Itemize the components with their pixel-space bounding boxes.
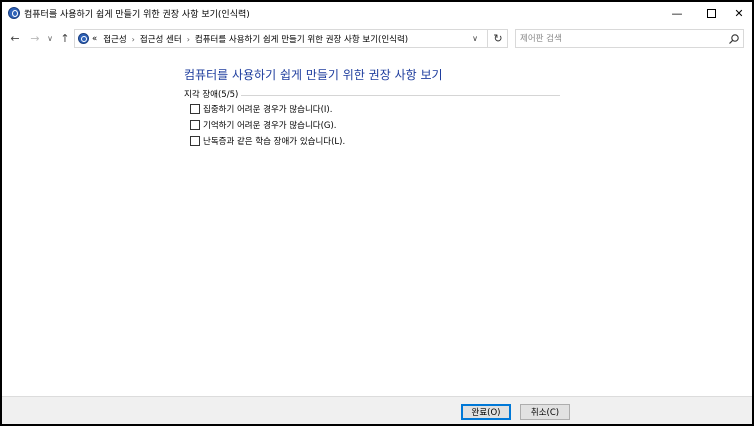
breadcrumb-overflow[interactable]: « (92, 34, 97, 44)
option-learning-disability[interactable]: 난독증과 같은 학습 장애가 있습니다(L). (190, 135, 345, 147)
window-title: 컴퓨터를 사용하기 쉽게 만들기 위한 권장 사항 보기(인식력) (24, 10, 250, 20)
chevron-down-icon: ∨ (472, 34, 478, 43)
chevron-right-icon[interactable]: › (187, 35, 190, 44)
option-label: 집중하기 어려운 경우가 많습니다(I). (203, 105, 333, 115)
refresh-icon: ↻ (493, 32, 503, 45)
maximize-icon (706, 8, 716, 18)
window: 컴퓨터를 사용하기 쉽게 만들기 위한 권장 사항 보기(인식력) — ✕ ← … (2, 2, 752, 424)
option-memory[interactable]: 기억하기 어려운 경우가 많습니다(G). (190, 119, 337, 131)
address-dropdown-button[interactable]: ∨ (469, 32, 481, 45)
group-header: 지각 장애(5/5) (184, 88, 560, 100)
recent-locations-button[interactable]: ∨ (45, 31, 55, 45)
cancel-button[interactable]: 취소(C) (520, 404, 570, 420)
refresh-button[interactable]: ↻ (487, 30, 508, 47)
group-label: 지각 장애(5/5) (184, 88, 242, 100)
ok-button[interactable]: 완료(O) (461, 404, 511, 420)
chevron-right-icon[interactable]: › (132, 35, 135, 44)
search-box[interactable] (515, 29, 744, 48)
close-button[interactable]: ✕ (726, 2, 752, 24)
forward-button[interactable]: → (28, 31, 42, 45)
checkbox[interactable] (190, 136, 200, 146)
back-button[interactable]: ← (8, 31, 22, 45)
maximize-button[interactable] (694, 2, 728, 24)
accessibility-icon (78, 33, 89, 44)
arrow-left-icon: ← (10, 31, 20, 45)
footer-bar: 완료(O) 취소(C) (2, 396, 752, 424)
title-bar: 컴퓨터를 사용하기 쉽게 만들기 위한 권장 사항 보기(인식력) — ✕ (2, 2, 752, 24)
close-icon: ✕ (734, 6, 744, 20)
option-label: 기억하기 어려운 경우가 많습니다(G). (203, 121, 337, 131)
search-input[interactable] (520, 32, 720, 45)
breadcrumb: « 접근성 › 접근성 센터 › 컴퓨터를 사용하기 쉽게 만들기 위한 권장 … (92, 33, 408, 45)
search-icon[interactable] (728, 33, 740, 45)
chevron-down-icon: ∨ (47, 33, 53, 43)
up-button[interactable]: ↑ (58, 31, 72, 45)
breadcrumb-item-ease-of-access-center[interactable]: 접근성 센터 (140, 33, 182, 45)
breadcrumb-item-current[interactable]: 컴퓨터를 사용하기 쉽게 만들기 위한 권장 사항 보기(인식력) (195, 33, 408, 45)
arrow-up-icon: ↑ (60, 31, 70, 45)
page-title: 컴퓨터를 사용하기 쉽게 만들기 위한 권장 사항 보기 (184, 68, 443, 82)
minimize-icon: — (671, 6, 683, 20)
arrow-right-icon: → (30, 31, 40, 45)
accessibility-icon (8, 7, 20, 19)
checkbox[interactable] (190, 120, 200, 130)
option-label: 난독증과 같은 학습 장애가 있습니다(L). (203, 137, 346, 147)
address-bar[interactable]: « 접근성 › 접근성 센터 › 컴퓨터를 사용하기 쉽게 만들기 위한 권장 … (74, 29, 508, 48)
minimize-button[interactable]: — (660, 2, 694, 24)
breadcrumb-item-accessibility[interactable]: 접근성 (103, 33, 126, 45)
option-concentration[interactable]: 집중하기 어려운 경우가 많습니다(I). (190, 103, 332, 115)
navigation-bar: ← → ∨ ↑ « 접근성 › 접근성 센터 › 컴퓨터를 사용하기 쉽게 만들… (2, 25, 752, 51)
checkbox[interactable] (190, 104, 200, 114)
main-content: 컴퓨터를 사용하기 쉽게 만들기 위한 권장 사항 보기 지각 장애(5/5) … (2, 52, 752, 396)
